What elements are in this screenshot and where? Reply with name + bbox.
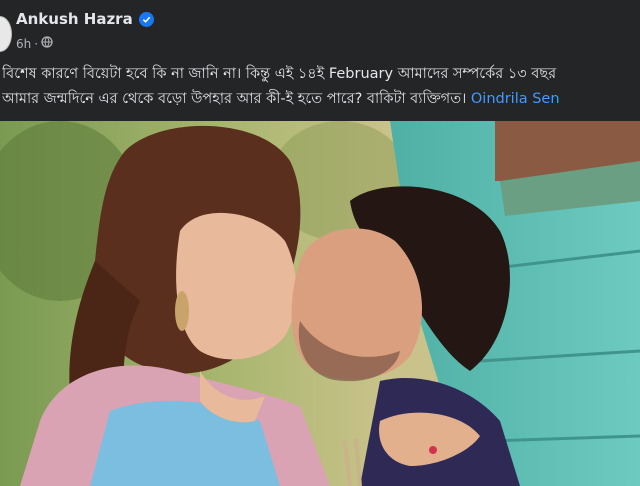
post-text: বিশেষ কারণে বিয়েটা হবে কি না জানি না। ক… xyxy=(2,62,640,112)
post-header: Ankush Hazra 6h · xyxy=(0,0,640,58)
globe-icon[interactable] xyxy=(41,36,53,51)
avatar[interactable] xyxy=(0,16,12,52)
mention-link[interactable]: Oindrila Sen xyxy=(471,91,560,107)
post-meta: 6h · xyxy=(16,36,53,51)
post-text-line-1: বিশেষ কারণে বিয়েটা হবে কি না জানি না। ক… xyxy=(2,66,557,82)
post-photo[interactable] xyxy=(0,121,640,486)
verified-badge-icon xyxy=(138,11,154,27)
meta-separator: · xyxy=(34,36,39,51)
photo-image xyxy=(0,121,640,486)
post-text-line-2-body: আমার জন্মদিনে এর থেকে বড়ো উপহার আর কী-ই… xyxy=(2,91,467,107)
post-text-line-2: আমার জন্মদিনে এর থেকে বড়ো উপহার আর কী-ই… xyxy=(2,87,640,112)
author-row: Ankush Hazra xyxy=(16,10,154,28)
author-name[interactable]: Ankush Hazra xyxy=(16,10,133,28)
post-time[interactable]: 6h xyxy=(16,37,31,51)
